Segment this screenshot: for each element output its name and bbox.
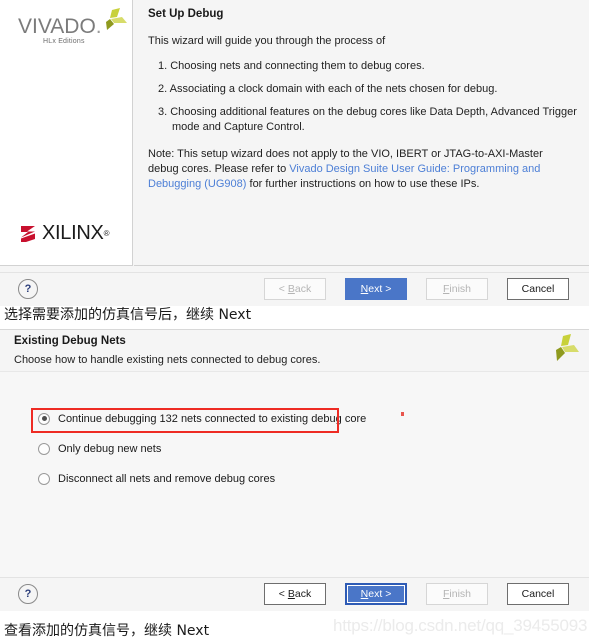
cancel-button[interactable]: Cancel xyxy=(507,583,569,605)
radio-option-continue-debugging[interactable]: Continue debugging 132 nets connected to… xyxy=(38,410,366,427)
vivado-edition-label: HLx Editions xyxy=(43,38,85,45)
note-text: Note: This setup wizard does not apply t… xyxy=(148,147,548,192)
finish-button: Finish xyxy=(426,583,488,605)
next-button[interactable]: Next > xyxy=(345,278,407,300)
radio-label: Continue debugging 132 nets connected to… xyxy=(58,412,367,425)
xilinx-wordmark: XILINX xyxy=(42,222,104,244)
page-title: Existing Debug Nets xyxy=(14,335,126,347)
radio-label: Only debug new nets xyxy=(58,442,162,455)
intro-text: This wizard will guide you through the p… xyxy=(148,35,386,47)
xilinx-mark-icon xyxy=(21,225,35,242)
next-button[interactable]: Next > xyxy=(345,583,407,605)
dialog-body: Continue debugging 132 nets connected to… xyxy=(0,372,589,577)
radio-option-disconnect-all[interactable]: Disconnect all nets and remove debug cor… xyxy=(38,470,366,487)
list-item: 2. Associating a clock domain with each … xyxy=(158,83,498,95)
steps-list: 1. Choosing nets and connecting them to … xyxy=(148,59,577,135)
xilinx-logo: XILINX ® xyxy=(18,222,109,245)
radio-icon[interactable] xyxy=(38,472,50,485)
cancel-button[interactable]: Cancel xyxy=(507,278,569,300)
help-button[interactable]: ? xyxy=(18,279,38,299)
vivado-logo: VIVADO. HLx Editions xyxy=(14,8,127,50)
dialog-body: VIVADO. HLx Editions XILINX ® Set Up Debu… xyxy=(0,0,589,272)
caption-step-one: 选择需要添加的仿真信号后，继续 Next xyxy=(4,307,252,323)
finish-button: Finish xyxy=(426,278,488,300)
radio-icon[interactable] xyxy=(38,412,50,425)
annotation-dot xyxy=(401,412,404,416)
xilinx-registered-mark: ® xyxy=(103,229,110,238)
back-button[interactable]: < Back xyxy=(264,583,326,605)
caption-step-two: 查看添加的仿真信号，继续 Next xyxy=(4,623,210,639)
propeller-logo-icon xyxy=(556,334,579,361)
page-subtitle: Choose how to handle existing nets conne… xyxy=(14,354,321,366)
existing-debug-nets-dialog: Existing Debug Nets Choose how to handle… xyxy=(0,329,589,620)
dialog-footer: ? < Back Next > Finish Cancel xyxy=(0,272,589,306)
set-up-debug-dialog: VIVADO. HLx Editions XILINX ® Set Up Debu… xyxy=(0,0,589,306)
vivado-leaf-icon xyxy=(106,8,127,30)
radio-icon[interactable] xyxy=(38,442,50,455)
radio-label: Disconnect all nets and remove debug cor… xyxy=(58,472,276,485)
existing-nets-radio-group: Continue debugging 132 nets connected to… xyxy=(38,410,366,500)
dialog-content: Set Up Debug This wizard will guide you … xyxy=(134,0,589,266)
help-button[interactable]: ? xyxy=(18,584,38,604)
radio-option-only-new-nets[interactable]: Only debug new nets xyxy=(38,440,366,457)
dialog-header: Existing Debug Nets Choose how to handle… xyxy=(0,329,589,372)
list-item: 3. Choosing additional features on the d… xyxy=(158,106,577,133)
vivado-wordmark: VIVADO. xyxy=(18,15,102,38)
dialog-footer: ? < Back Next > Finish Cancel xyxy=(0,577,589,611)
back-button: < Back xyxy=(264,278,326,300)
note-after-link: for further instructions on how to use t… xyxy=(246,178,480,190)
list-item: 1. Choosing nets and connecting them to … xyxy=(158,60,425,72)
branding-panel: VIVADO. HLx Editions XILINX ® xyxy=(0,0,133,266)
page-title: Set Up Debug xyxy=(148,8,224,20)
